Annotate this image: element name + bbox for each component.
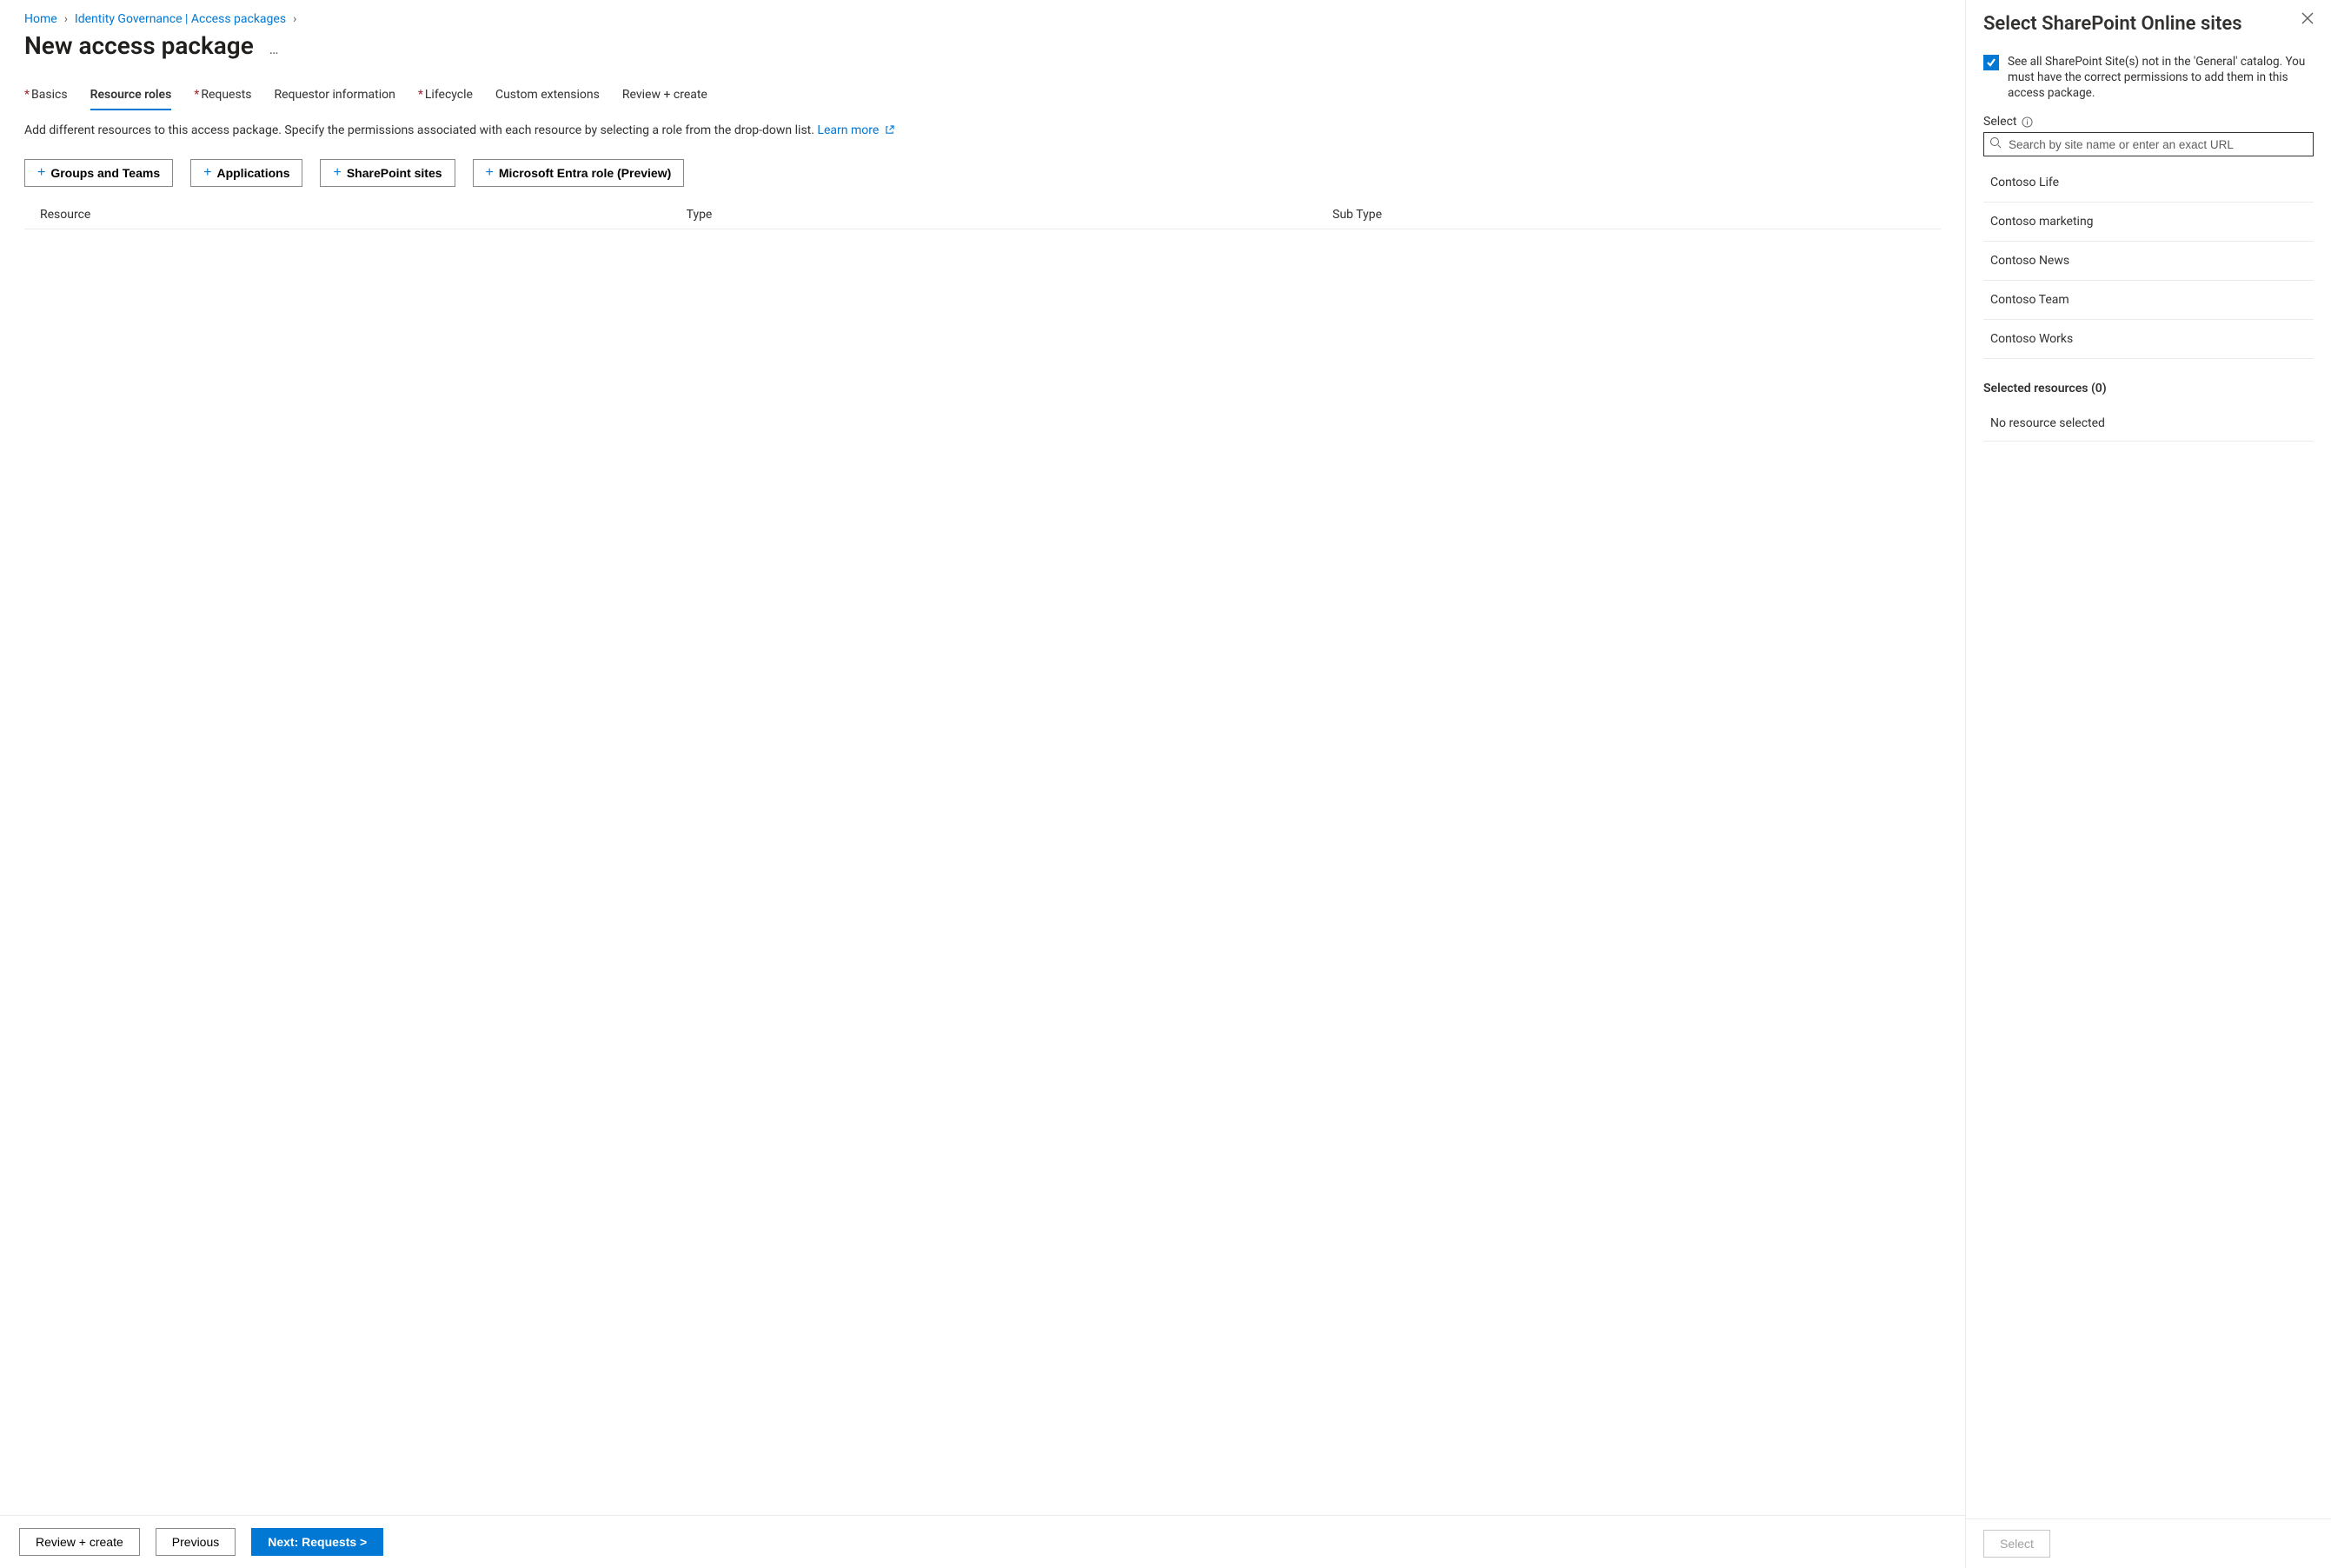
add-button-label: Microsoft Entra role (Preview): [499, 166, 671, 180]
description-text: Add different resources to this access p…: [24, 123, 817, 137]
add-microsoft-entra-role-preview-button[interactable]: + Microsoft Entra role (Preview): [473, 159, 685, 187]
panel-select-button[interactable]: Select: [1983, 1530, 2050, 1558]
column-resource: Resource: [40, 208, 687, 222]
site-item[interactable]: Contoso Team: [1983, 281, 2314, 320]
selected-resources-header: Selected resources (0): [1983, 382, 2314, 395]
see-all-sites-label: See all SharePoint Site(s) not in the 'G…: [2008, 54, 2314, 102]
plus-icon: +: [37, 166, 45, 180]
plus-icon: +: [486, 166, 494, 180]
wizard-footer: Review + create Previous Next: Requests …: [0, 1515, 1965, 1568]
tab-lifecycle[interactable]: *Lifecycle: [418, 84, 473, 110]
tab-label: Requestor information: [275, 88, 395, 102]
tab-label: Lifecycle: [425, 88, 473, 102]
tab-requestor-information[interactable]: Requestor information: [275, 84, 395, 110]
site-item[interactable]: Contoso News: [1983, 242, 2314, 281]
site-item[interactable]: Contoso marketing: [1983, 203, 2314, 242]
review-create-button[interactable]: Review + create: [19, 1528, 140, 1556]
breadcrumb-home[interactable]: Home: [24, 12, 57, 26]
previous-button[interactable]: Previous: [156, 1528, 236, 1556]
close-icon[interactable]: [2301, 12, 2314, 28]
tabs: *BasicsResource roles*RequestsRequestor …: [24, 84, 1941, 110]
required-indicator: *: [418, 88, 423, 102]
required-indicator: *: [24, 88, 30, 102]
chevron-right-icon: ›: [293, 12, 296, 26]
more-icon[interactable]: …: [269, 34, 281, 57]
tab-label: Resource roles: [90, 88, 172, 102]
required-indicator: *: [194, 88, 199, 102]
resource-table-header: Resource Type Sub Type: [24, 201, 1941, 229]
add-button-label: Groups and Teams: [50, 166, 160, 180]
column-type: Type: [687, 208, 1333, 222]
external-link-icon: [885, 123, 894, 133]
add-resource-buttons: + Groups and Teams + Applications + SharePoin…: [24, 159, 1941, 187]
tab-description: Add different resources to this access p…: [24, 123, 1941, 140]
next-button[interactable]: Next: Requests >: [251, 1528, 383, 1556]
add-sharepoint-sites-button[interactable]: + SharePoint sites: [320, 159, 455, 187]
learn-more-link[interactable]: Learn more: [817, 123, 893, 137]
add-button-label: Applications: [216, 166, 289, 180]
site-item[interactable]: Contoso Works: [1983, 320, 2314, 359]
tab-label: Review + create: [622, 88, 707, 102]
add-button-label: SharePoint sites: [347, 166, 442, 180]
add-groups-and-teams-button[interactable]: + Groups and Teams: [24, 159, 173, 187]
see-all-sites-checkbox[interactable]: [1983, 55, 1999, 70]
tab-basics[interactable]: *Basics: [24, 84, 68, 110]
select-label: Select: [1983, 115, 2016, 129]
site-item[interactable]: Contoso Life: [1983, 163, 2314, 203]
breadcrumb: Home › Identity Governance | Access pack…: [24, 12, 1941, 26]
select-sharepoint-panel: Select SharePoint Online sites See all S…: [1966, 0, 2331, 1568]
selected-resources-empty: No resource selected: [1983, 406, 2314, 442]
plus-icon: +: [203, 166, 211, 180]
search-icon: [1989, 136, 2002, 152]
add-applications-button[interactable]: + Applications: [190, 159, 302, 187]
tab-custom-extensions[interactable]: Custom extensions: [495, 84, 600, 110]
page-title: New access package: [24, 31, 254, 60]
tab-label: Custom extensions: [495, 88, 600, 102]
plus-icon: +: [333, 166, 341, 180]
site-list: Contoso LifeContoso marketingContoso New…: [1983, 163, 2314, 359]
tab-label: Requests: [201, 88, 251, 102]
tab-label: Basics: [31, 88, 68, 102]
tab-requests[interactable]: *Requests: [194, 84, 251, 110]
breadcrumb-identity-governance[interactable]: Identity Governance | Access packages: [75, 12, 286, 26]
chevron-right-icon: ›: [64, 12, 68, 26]
column-subtype: Sub Type: [1332, 208, 1941, 222]
info-icon[interactable]: [2022, 116, 2033, 128]
site-search-input[interactable]: [1983, 132, 2314, 156]
panel-title: Select SharePoint Online sites: [1983, 12, 2242, 37]
tab-resource-roles[interactable]: Resource roles: [90, 84, 172, 110]
tab-review-create[interactable]: Review + create: [622, 84, 707, 110]
